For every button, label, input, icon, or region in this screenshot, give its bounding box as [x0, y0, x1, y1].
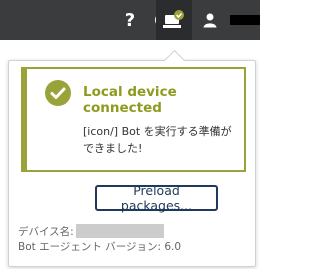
- help-icon-glyph: ?: [124, 9, 136, 31]
- device-connected-icon[interactable]: [156, 0, 192, 40]
- help-icon[interactable]: ?: [116, 0, 144, 40]
- redacted-username: [230, 15, 260, 25]
- device-name-value-redacted: [76, 224, 164, 238]
- device-name-label: デバイス名:: [18, 226, 74, 238]
- status-message: [icon/] Bot を実行する準備ができました!: [83, 125, 232, 155]
- user-icon[interactable]: [196, 0, 224, 40]
- preload-packages-button[interactable]: Preload packages...: [95, 183, 218, 213]
- bot-agent-version: Bot エージェント バージョン: 6.0: [18, 241, 182, 253]
- status-title: Local device connected: [83, 84, 177, 116]
- top-bar: ?: [0, 0, 260, 40]
- success-check-icon: [45, 80, 71, 106]
